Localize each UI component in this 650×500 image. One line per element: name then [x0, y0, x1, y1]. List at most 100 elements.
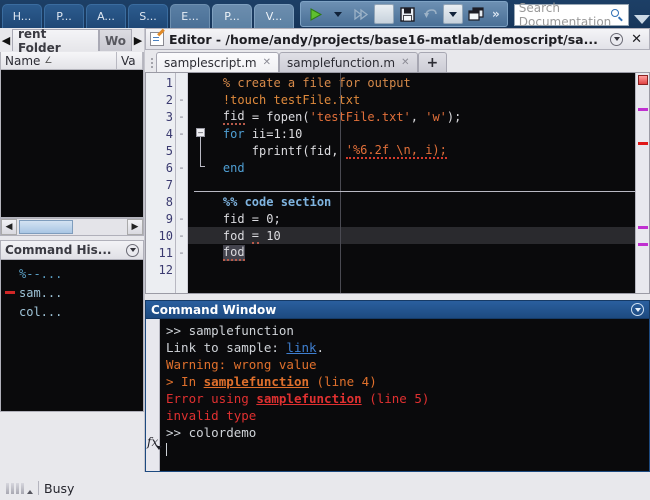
analyzer-mark[interactable]: [638, 108, 648, 111]
code-text[interactable]: – % create a file for output !touch test…: [188, 73, 635, 293]
line-number: 6: [165, 160, 173, 175]
step-forward-icon[interactable]: [351, 4, 371, 24]
analyzer-mark[interactable]: [638, 243, 648, 246]
breakpoint-slot[interactable]: [176, 261, 187, 278]
workspace-table-body[interactable]: [0, 70, 144, 218]
breakpoint-slot[interactable]: -: [176, 227, 187, 244]
column-header-name[interactable]: Name ∠: [1, 52, 117, 69]
ribbon-tab-home[interactable]: H...: [2, 4, 42, 28]
scrollbar-thumb[interactable]: [19, 220, 73, 234]
breakpoint-slot[interactable]: -: [176, 125, 187, 142]
output-line: invalid type: [166, 407, 649, 424]
scroll-left-icon[interactable]: ◀: [0, 29, 12, 51]
editor-options-chevron-icon[interactable]: [610, 32, 624, 46]
ribbon-bar: H... P... A... S... E... P... V... » Sea…: [0, 0, 650, 29]
ribbon-tab-apps-label: A...: [97, 10, 115, 23]
left-panel-column: ◀ rent Folder Wo ▶ Name ∠ Va ◀ ▶ Command…: [0, 27, 144, 472]
output-line: >> samplefunction: [166, 322, 649, 339]
tab-current-folder[interactable]: rent Folder: [11, 27, 99, 55]
toolbar-overflow-icon[interactable]: »: [489, 7, 503, 21]
undo-icon[interactable]: [420, 4, 440, 24]
file-tab-samplefunction-label: samplefunction.m: [286, 55, 396, 70]
line-number: 10: [158, 228, 173, 243]
undo-dropdown-icon[interactable]: [443, 4, 463, 24]
editor-file-tabstrip: samplescript.m ✕ samplefunction.m ✕ +: [145, 50, 650, 72]
ribbon-tab-editor[interactable]: E...: [170, 4, 210, 28]
ribbon-tab-shortcuts[interactable]: S...: [128, 4, 168, 28]
breakpoint-slot[interactable]: [176, 176, 187, 193]
breakpoint-slot[interactable]: -: [176, 159, 187, 176]
tab-current-folder-label: rent Folder: [17, 26, 61, 55]
line-number: 9: [165, 211, 173, 226]
stack-link[interactable]: samplefunction: [204, 374, 309, 389]
search-documentation-input[interactable]: Search Documentation: [513, 1, 630, 29]
line-number: 7: [165, 177, 173, 192]
code-line: fid = fopen('testFile.txt', 'w');: [222, 108, 462, 125]
breakpoint-slot[interactable]: [176, 193, 187, 210]
list-item[interactable]: %--...: [1, 264, 143, 283]
output-link[interactable]: link: [286, 340, 316, 355]
ribbon-tab-apps[interactable]: A...: [86, 4, 126, 28]
tabstrip-grip-icon[interactable]: [148, 54, 156, 72]
ribbon-tab-view[interactable]: V...: [254, 4, 294, 28]
file-tab-close-icon[interactable]: ✕: [263, 57, 271, 68]
run-button[interactable]: [305, 4, 325, 24]
ribbon-tab-publish[interactable]: P...: [212, 4, 252, 28]
warning-text: Warning: wrong value: [166, 357, 317, 372]
breakpoint-slot[interactable]: -: [176, 91, 187, 108]
history-entry-text: col...: [19, 304, 63, 319]
breakpoint-slot[interactable]: -: [176, 210, 187, 227]
code-fold-toggle-icon[interactable]: –: [196, 128, 205, 137]
editor-close-icon[interactable]: ✕: [628, 32, 645, 47]
quick-access-toolbar: »: [300, 1, 508, 27]
status-grip-icon[interactable]: [6, 482, 33, 494]
new-file-tab-label: +: [426, 54, 439, 71]
command-history-panel: Command His... %--... sam... col...: [0, 240, 144, 412]
file-tab-samplefunction[interactable]: samplefunction.m ✕: [278, 52, 418, 72]
ribbon-tab-shortcuts-label: S...: [139, 10, 157, 23]
column-header-value[interactable]: Va: [117, 52, 143, 69]
stack-link[interactable]: samplefunction: [256, 391, 361, 406]
code-analyzer-status-icon[interactable]: [638, 75, 648, 85]
ribbon-tab-plots[interactable]: P...: [44, 4, 84, 28]
panel-options-chevron-icon[interactable]: [126, 243, 139, 257]
history-entry-text: %--...: [19, 266, 63, 281]
command-window-body[interactable]: fx >> samplefunction Link to sample: lin…: [145, 319, 650, 472]
scroll-right-arrow-icon[interactable]: ▶: [127, 219, 143, 235]
line-number: 5: [165, 143, 173, 158]
list-item[interactable]: col...: [1, 302, 143, 321]
workspace-table-header: Name ∠ Va: [0, 52, 144, 70]
tab-workspace[interactable]: Wo: [98, 29, 133, 51]
ribbon-collapse-icon[interactable]: [634, 15, 650, 24]
column-header-name-label: Name: [5, 53, 41, 68]
code-editor-area[interactable]: 1 2 3 4 5 6 7 8 9 10 11 12 - - - - - - -…: [145, 72, 650, 294]
scroll-left-arrow-icon[interactable]: ◀: [1, 219, 17, 235]
code-analyzer-gutter[interactable]: [635, 73, 649, 293]
breakpoint-slot[interactable]: [176, 74, 187, 91]
stop-button[interactable]: [374, 4, 394, 24]
new-file-tab-button[interactable]: +: [417, 52, 448, 72]
section-divider: [194, 191, 635, 192]
search-placeholder: Search Documentation: [518, 1, 612, 29]
workspace-horizontal-scrollbar[interactable]: ◀ ▶: [0, 218, 144, 236]
warning-text: (line 4): [309, 374, 377, 389]
breakpoint-slot[interactable]: [176, 142, 187, 159]
breakpoint-slot[interactable]: -: [176, 244, 187, 261]
breakpoint-gutter[interactable]: - - - - - - -: [176, 73, 188, 293]
file-tab-close-icon[interactable]: ✕: [401, 57, 409, 68]
list-item[interactable]: sam...: [1, 283, 143, 302]
layout-windows-icon[interactable]: [466, 4, 486, 24]
analyzer-mark[interactable]: [638, 226, 648, 229]
function-browser-icon[interactable]: fx: [147, 435, 163, 450]
command-window-options-chevron-icon[interactable]: [631, 303, 644, 316]
scroll-right-icon[interactable]: ▶: [132, 29, 144, 51]
analyzer-mark[interactable]: [638, 142, 648, 145]
breakpoint-slot[interactable]: -: [176, 108, 187, 125]
run-dropdown-icon[interactable]: [328, 4, 348, 24]
command-input-line[interactable]: [166, 441, 649, 458]
file-tab-samplescript[interactable]: samplescript.m ✕: [156, 52, 279, 72]
save-icon[interactable]: [397, 4, 417, 24]
command-history-list[interactable]: %--... sam... col...: [0, 260, 144, 412]
command-window-output[interactable]: >> samplefunction Link to sample: link. …: [160, 319, 649, 471]
